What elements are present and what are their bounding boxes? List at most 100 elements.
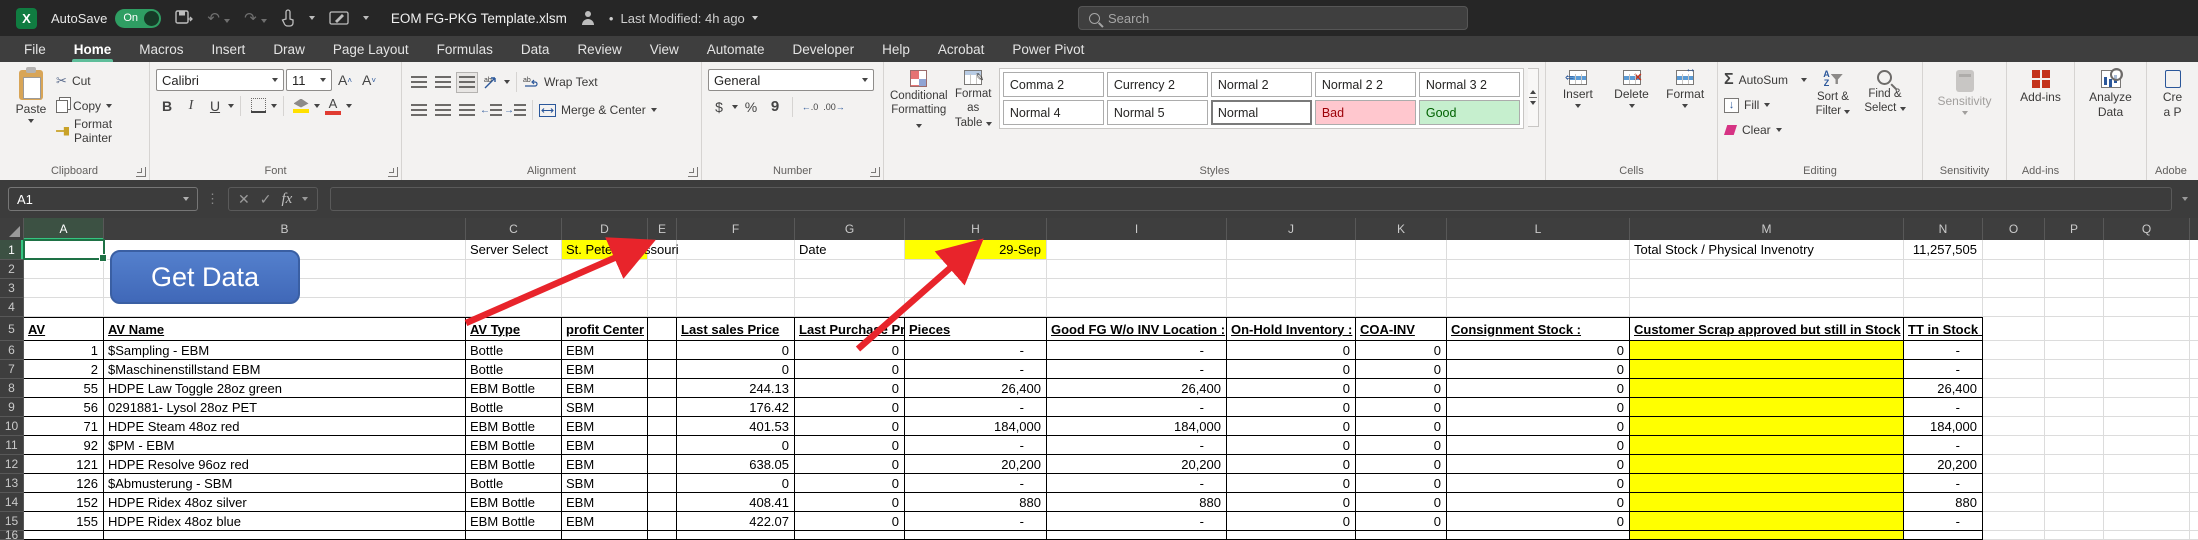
- col-header-I[interactable]: I: [1047, 218, 1227, 240]
- cell-C14[interactable]: EBM Bottle: [466, 493, 562, 512]
- cell-P12[interactable]: [2045, 455, 2104, 474]
- cell-G3[interactable]: [795, 279, 905, 298]
- cell-A4[interactable]: [24, 298, 104, 317]
- last-modified[interactable]: • Last Modified: 4h ago: [609, 11, 758, 26]
- cell-Q2[interactable]: [2104, 260, 2190, 279]
- cell-A9[interactable]: 56: [24, 398, 104, 417]
- cell-D8[interactable]: EBM: [562, 379, 648, 398]
- sensitivity-dropdown-icon[interactable]: [1962, 111, 1968, 115]
- tab-review[interactable]: Review: [563, 36, 635, 62]
- cell-B6[interactable]: $Sampling - EBM: [104, 341, 466, 360]
- cell-M8[interactable]: [1630, 379, 1904, 398]
- cell-F13[interactable]: 0: [677, 474, 795, 493]
- cell-x15[interactable]: [2190, 512, 2198, 531]
- fill-color-button[interactable]: [290, 95, 312, 116]
- cell-A10[interactable]: 71: [24, 417, 104, 436]
- cell-O8[interactable]: [1983, 379, 2045, 398]
- cell-x13[interactable]: [2190, 474, 2198, 493]
- autosave-control[interactable]: AutoSave On: [51, 9, 161, 28]
- cell-x11[interactable]: [2190, 436, 2198, 455]
- cell-G10[interactable]: 0: [795, 417, 905, 436]
- tab-data[interactable]: Data: [507, 36, 564, 62]
- cell-P14[interactable]: [2045, 493, 2104, 512]
- cell-F2[interactable]: [677, 260, 795, 279]
- row-header-9[interactable]: 9: [0, 398, 24, 417]
- format-dropdown-icon[interactable]: [1682, 104, 1688, 108]
- number-format-select[interactable]: General: [708, 69, 874, 91]
- cell-K12[interactable]: 0: [1356, 455, 1447, 474]
- cell-N1[interactable]: 11,257,505: [1904, 240, 1983, 260]
- decrease-indent-button[interactable]: ←: [480, 100, 502, 121]
- cell-M12[interactable]: [1630, 455, 1904, 474]
- cell-P8[interactable]: [2045, 379, 2104, 398]
- cell-J9[interactable]: 0: [1227, 398, 1356, 417]
- tab-draw[interactable]: Draw: [259, 36, 319, 62]
- style-chip-normal-2-2[interactable]: Normal 2 2: [1315, 72, 1416, 97]
- cell-O11[interactable]: [1983, 436, 2045, 455]
- cell-G1[interactable]: Date: [795, 240, 905, 260]
- cell-G7[interactable]: 0: [795, 360, 905, 379]
- cell-N2[interactable]: [1904, 260, 1983, 279]
- cell-L15[interactable]: 0: [1447, 512, 1630, 531]
- cell-D12[interactable]: EBM: [562, 455, 648, 474]
- cell-N7[interactable]: -: [1904, 360, 1983, 379]
- style-chip-currency-2[interactable]: Currency 2: [1107, 72, 1208, 97]
- cell-H14[interactable]: 880: [905, 493, 1047, 512]
- tab-power-pivot[interactable]: Power Pivot: [998, 36, 1098, 62]
- copy-button[interactable]: Copy: [56, 95, 143, 117]
- cell-M16[interactable]: [1630, 531, 1904, 540]
- cell-x5[interactable]: [2190, 317, 2198, 341]
- style-chip-normal-5[interactable]: Normal 5: [1107, 100, 1208, 125]
- cell-P11[interactable]: [2045, 436, 2104, 455]
- gallery-more-icon[interactable]: [1530, 101, 1536, 105]
- cell-D15[interactable]: EBM: [562, 512, 648, 531]
- cell-C11[interactable]: EBM Bottle: [466, 436, 562, 455]
- cell-K10[interactable]: 0: [1356, 417, 1447, 436]
- row-header-12[interactable]: 12: [0, 455, 24, 474]
- paste-button[interactable]: Paste: [6, 66, 56, 162]
- cell-H2[interactable]: [905, 260, 1047, 279]
- cell-P3[interactable]: [2045, 279, 2104, 298]
- alignment-dialog-launcher-icon[interactable]: [688, 167, 698, 177]
- cell-K16[interactable]: [1356, 531, 1447, 540]
- cell-B14[interactable]: HDPE Ridex 48oz silver: [104, 493, 466, 512]
- analyze-data-button[interactable]: AnalyzeData: [2083, 66, 2139, 162]
- cell-E3[interactable]: [648, 279, 677, 298]
- cell-H5[interactable]: Pieces: [905, 317, 1047, 341]
- col-header-K[interactable]: K: [1356, 218, 1447, 240]
- cell-K13[interactable]: 0: [1356, 474, 1447, 493]
- cell-P15[interactable]: [2045, 512, 2104, 531]
- style-chip-comma-2[interactable]: Comma 2: [1003, 72, 1104, 97]
- cell-M5[interactable]: Customer Scrap approved but still in Sto…: [1630, 317, 1904, 341]
- borders-button[interactable]: [247, 95, 269, 116]
- cell-x16[interactable]: [2190, 531, 2198, 540]
- cell-O2[interactable]: [1983, 260, 2045, 279]
- cell-B10[interactable]: HDPE Steam 48oz red: [104, 417, 466, 436]
- italic-button[interactable]: I: [180, 95, 202, 116]
- cell-H1[interactable]: 29-Sep: [905, 240, 1047, 260]
- cell-J12[interactable]: 0: [1227, 455, 1356, 474]
- align-bottom-button[interactable]: [456, 72, 478, 93]
- cell-H13[interactable]: -: [905, 474, 1047, 493]
- cell-E10[interactable]: [648, 417, 677, 436]
- cell-G16[interactable]: [795, 531, 905, 540]
- cell-L7[interactable]: 0: [1447, 360, 1630, 379]
- cell-D2[interactable]: [562, 260, 648, 279]
- style-chip-good[interactable]: Good: [1419, 100, 1520, 125]
- cell-H6[interactable]: -: [905, 341, 1047, 360]
- cell-D6[interactable]: EBM: [562, 341, 648, 360]
- cell-N14[interactable]: 880: [1904, 493, 1983, 512]
- cell-D14[interactable]: EBM: [562, 493, 648, 512]
- fill-button[interactable]: ↓ Fill: [1724, 94, 1807, 116]
- cell-N10[interactable]: 184,000: [1904, 417, 1983, 436]
- row-header-5[interactable]: 5: [0, 317, 24, 341]
- cell-N15[interactable]: -: [1904, 512, 1983, 531]
- fill-color-dropdown-icon[interactable]: [314, 104, 320, 108]
- cell-H10[interactable]: 184,000: [905, 417, 1047, 436]
- cell-D9[interactable]: SBM: [562, 398, 648, 417]
- orientation-dropdown-icon[interactable]: [504, 80, 510, 84]
- col-header-J[interactable]: J: [1227, 218, 1356, 240]
- cell-L2[interactable]: [1447, 260, 1630, 279]
- cell-E11[interactable]: [648, 436, 677, 455]
- merge-dropdown-icon[interactable]: [651, 108, 657, 112]
